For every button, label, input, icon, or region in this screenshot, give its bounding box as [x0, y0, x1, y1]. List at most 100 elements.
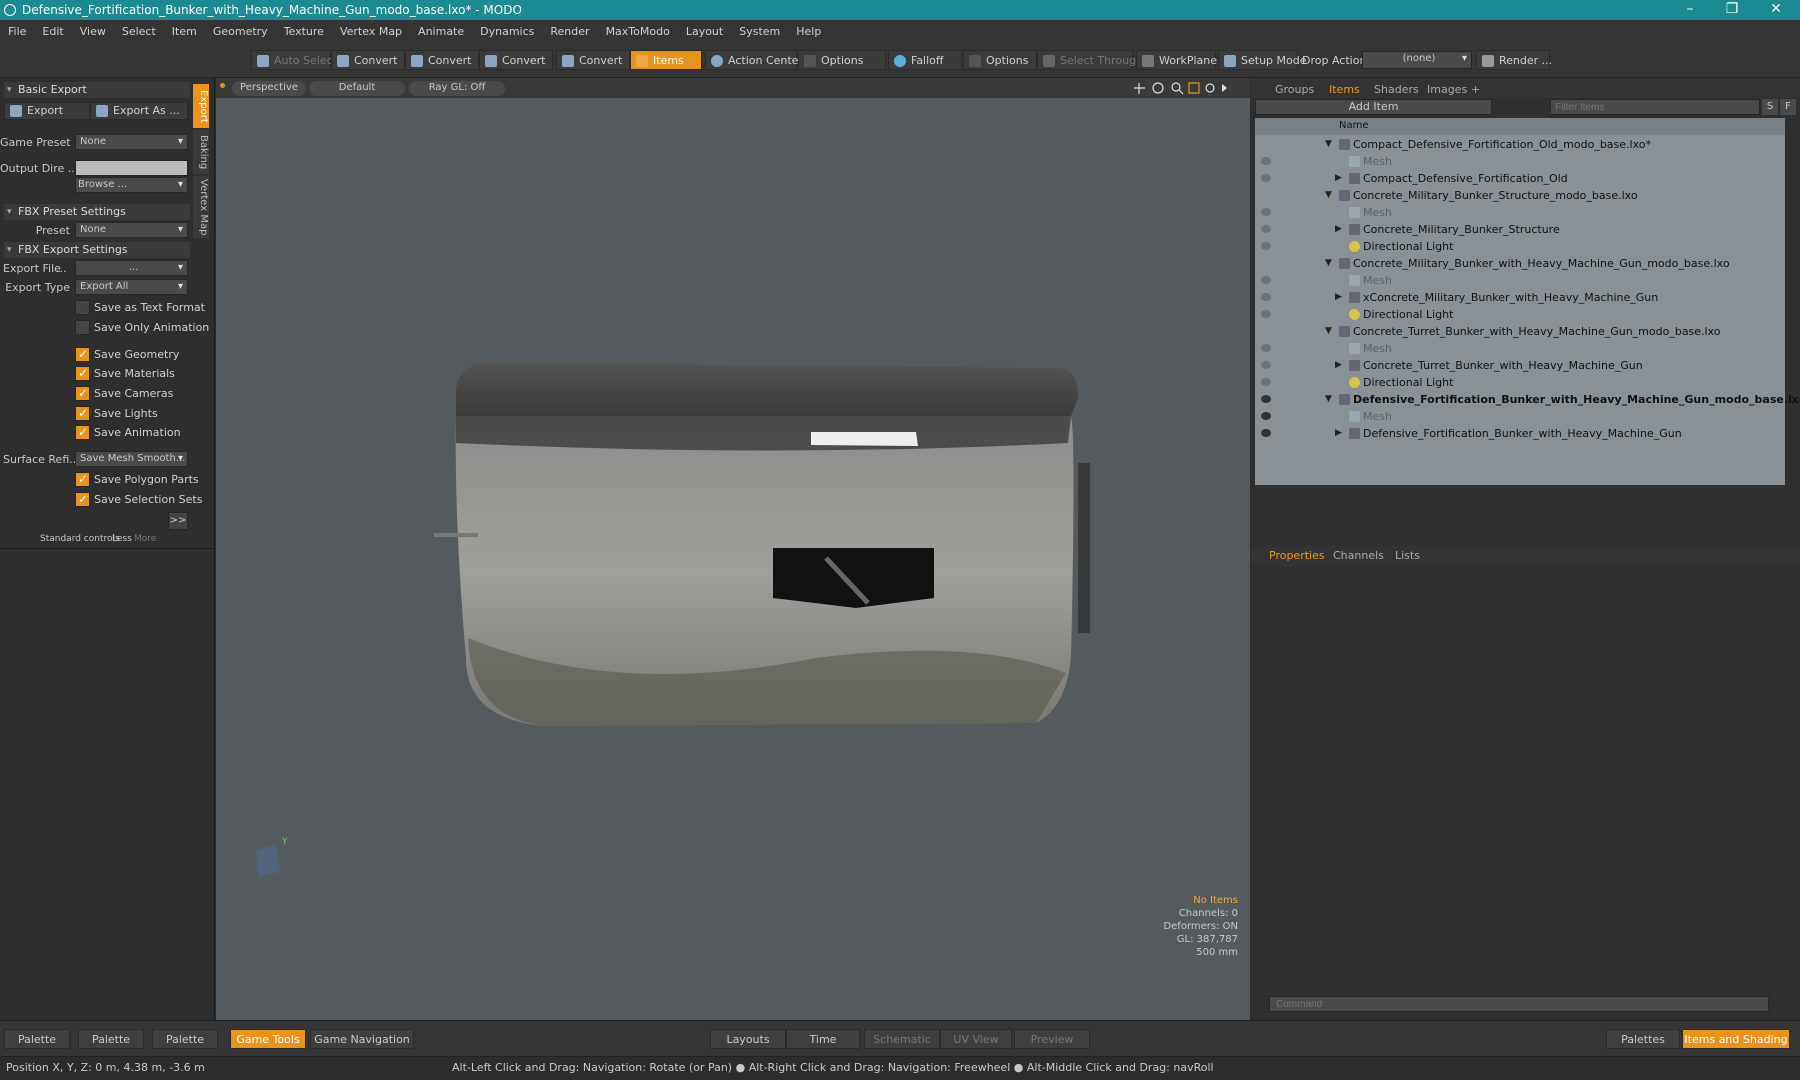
- menu-render[interactable]: Render: [542, 25, 597, 38]
- item-row[interactable]: ▶ Concrete_Military_Bunker_Structure: [1255, 221, 1785, 238]
- output-dir-input[interactable]: [75, 160, 188, 176]
- game-tools-button[interactable]: Game Tools: [230, 1029, 306, 1049]
- drop-action-select[interactable]: (none): [1362, 51, 1472, 69]
- menu-animate[interactable]: Animate: [410, 25, 472, 38]
- export-file-select[interactable]: ...: [75, 260, 188, 276]
- visibility-eye-icon[interactable]: [1261, 412, 1271, 420]
- menu-geometry[interactable]: Geometry: [205, 25, 276, 38]
- menu-dynamics[interactable]: Dynamics: [472, 25, 542, 38]
- select-through-button[interactable]: Select Through: [1037, 50, 1143, 70]
- schematic-button[interactable]: Schematic: [864, 1029, 940, 1049]
- visibility-eye-icon[interactable]: [1261, 429, 1271, 437]
- setup-mode-button[interactable]: Setup Mode: [1218, 50, 1306, 70]
- tab-channels[interactable]: Channels: [1325, 548, 1392, 564]
- options-button-2[interactable]: Options: [963, 50, 1037, 70]
- more-link[interactable]: More: [134, 534, 156, 544]
- expand-arrow-icon[interactable]: ▶: [1335, 289, 1342, 306]
- surface-refinement-select[interactable]: Save Mesh Smooth...: [75, 451, 188, 467]
- items-and-shading-button[interactable]: Items and Shading: [1682, 1029, 1790, 1049]
- item-row[interactable]: ▼ Concrete_Military_Bunker_with_Heavy_Mac…: [1255, 255, 1785, 272]
- convert-button-2[interactable]: Convert: [405, 50, 479, 70]
- time-button[interactable]: Time: [786, 1029, 860, 1049]
- options-button-1[interactable]: Options: [798, 50, 886, 70]
- expand-arrow-icon[interactable]: ▼: [1325, 255, 1332, 272]
- convert-button-3[interactable]: Convert: [479, 50, 553, 70]
- menu-layout[interactable]: Layout: [678, 25, 731, 38]
- item-row[interactable]: Directional Light: [1255, 238, 1785, 255]
- workplane-button[interactable]: WorkPlane: [1136, 50, 1217, 70]
- item-row[interactable]: Mesh: [1255, 272, 1785, 289]
- browse-button[interactable]: Browse ...: [75, 177, 188, 193]
- item-row[interactable]: ▼ Concrete_Turret_Bunker_with_Heavy_Machi…: [1255, 323, 1785, 340]
- export-type-select[interactable]: Export All: [75, 279, 188, 295]
- convert-button-1[interactable]: Convert: [331, 50, 405, 70]
- save-only-animation-checkbox[interactable]: [75, 320, 90, 335]
- filter-items-input[interactable]: [1550, 99, 1760, 115]
- tab-shaders[interactable]: Shaders: [1366, 82, 1427, 98]
- save-polygon-parts-checkbox[interactable]: [75, 472, 90, 487]
- preview-button[interactable]: Preview: [1014, 1029, 1090, 1049]
- save-geometry-checkbox[interactable]: [75, 347, 90, 362]
- export-button[interactable]: Export: [4, 102, 90, 120]
- close-button[interactable]: ✕: [1756, 0, 1796, 20]
- item-row[interactable]: ▶ xConcrete_Military_Bunker_with_Heavy_Ma…: [1255, 289, 1785, 306]
- item-row[interactable]: ▶ Concrete_Turret_Bunker_with_Heavy_Machi…: [1255, 357, 1785, 374]
- render-button[interactable]: Render ...: [1476, 50, 1552, 70]
- visibility-eye-icon[interactable]: [1261, 395, 1271, 403]
- item-row[interactable]: Directional Light: [1255, 374, 1785, 391]
- expand-arrow-icon[interactable]: ▼: [1325, 136, 1332, 153]
- game-navigation-button[interactable]: Game Navigation: [310, 1029, 414, 1049]
- minimize-button[interactable]: –: [1670, 0, 1710, 20]
- raygl-button[interactable]: Ray GL: Off: [409, 81, 505, 96]
- menu-help[interactable]: Help: [788, 25, 829, 38]
- tab-export[interactable]: Export: [193, 84, 209, 128]
- visibility-eye-icon[interactable]: [1261, 310, 1271, 318]
- layouts-button[interactable]: Layouts: [710, 1029, 786, 1049]
- expand-arrow-icon[interactable]: ▼: [1325, 187, 1332, 204]
- expand-arrow-icon[interactable]: ▶: [1335, 357, 1342, 374]
- falloff-button[interactable]: Falloff: [888, 50, 962, 70]
- menu-system[interactable]: System: [731, 25, 788, 38]
- more-options-button[interactable]: >>: [168, 512, 188, 530]
- visibility-eye-icon[interactable]: [1261, 378, 1271, 386]
- expand-arrow-icon[interactable]: ▶: [1335, 221, 1342, 238]
- tab-items[interactable]: Items: [1321, 82, 1368, 98]
- action-center-button[interactable]: Action Center: [705, 50, 803, 70]
- command-input[interactable]: [1269, 996, 1769, 1012]
- item-row[interactable]: ▼ Defensive_Fortification_Bunker_with_Hea…: [1255, 391, 1800, 408]
- menu-maxtomodo[interactable]: MaxToModo: [598, 25, 678, 38]
- visibility-eye-icon[interactable]: [1261, 276, 1271, 284]
- menu-vertex-map[interactable]: Vertex Map: [332, 25, 410, 38]
- palette-button-2[interactable]: Palette: [78, 1029, 144, 1049]
- visibility-eye-icon[interactable]: [1261, 208, 1271, 216]
- less-link[interactable]: Less: [112, 534, 132, 544]
- filter-s-button[interactable]: S: [1762, 99, 1778, 115]
- game-preset-select[interactable]: None: [75, 134, 188, 150]
- menu-file[interactable]: File: [0, 25, 34, 38]
- expand-arrow-icon[interactable]: ▼: [1325, 391, 1332, 408]
- tab-lists[interactable]: Lists: [1387, 548, 1428, 564]
- preset-select[interactable]: None: [75, 222, 188, 238]
- menu-view[interactable]: View: [72, 25, 114, 38]
- palette-button-1[interactable]: Palette: [4, 1029, 70, 1049]
- palette-button-3[interactable]: Palette: [152, 1029, 218, 1049]
- auto-select-button[interactable]: Auto Select: [251, 50, 337, 70]
- visibility-eye-icon[interactable]: [1261, 225, 1271, 233]
- menu-edit[interactable]: Edit: [34, 25, 71, 38]
- tab-baking[interactable]: Baking: [193, 130, 209, 174]
- tab-groups[interactable]: Groups: [1267, 82, 1322, 98]
- items-mode-button[interactable]: Items: [630, 50, 702, 70]
- menu-select[interactable]: Select: [114, 25, 164, 38]
- save-materials-checkbox[interactable]: [75, 366, 90, 381]
- maximize-button[interactable]: ❐: [1712, 0, 1752, 20]
- tab-vertex-map[interactable]: Vertex Map: [193, 176, 209, 238]
- save-animation-checkbox[interactable]: [75, 425, 90, 440]
- menu-texture[interactable]: Texture: [276, 25, 332, 38]
- tab-properties[interactable]: Properties: [1261, 548, 1333, 564]
- visibility-eye-icon[interactable]: [1261, 242, 1271, 250]
- item-row[interactable]: Mesh: [1255, 408, 1785, 425]
- menu-item[interactable]: Item: [164, 25, 205, 38]
- item-row[interactable]: ▶ Compact_Defensive_Fortification_Old: [1255, 170, 1785, 187]
- visibility-eye-icon[interactable]: [1261, 344, 1271, 352]
- name-column-header[interactable]: Name: [1339, 120, 1369, 131]
